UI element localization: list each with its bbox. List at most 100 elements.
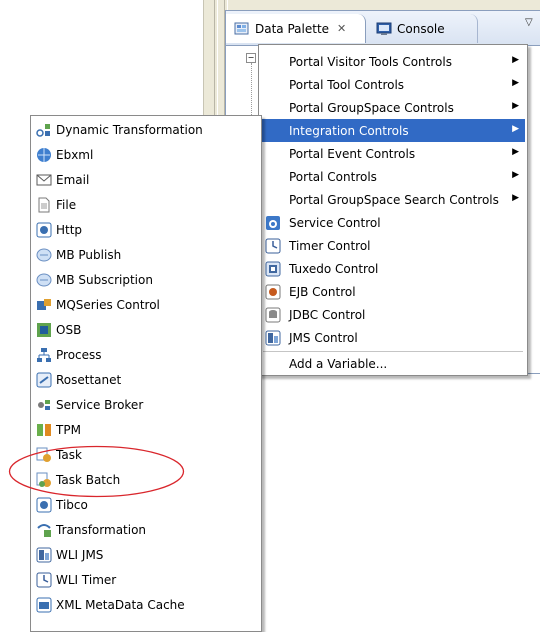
menu-item-wli-jms[interactable]: WLI JMS — [33, 543, 259, 567]
highlight-annotation-ellipse — [8, 445, 185, 498]
menu-item-portal-tool-controls[interactable]: Portal Tool Controls ▶ — [261, 73, 525, 96]
menu-item-label: MB Publish — [56, 248, 122, 262]
menu-item-label: Dynamic Transformation — [56, 123, 203, 137]
mb-publish-icon — [36, 248, 52, 262]
service-broker-icon — [38, 400, 50, 410]
menu-item-email[interactable]: Email — [33, 168, 259, 192]
tree-collapse-icon[interactable]: − — [246, 53, 256, 63]
menu-item-label: Portal Event Controls — [289, 146, 416, 161]
menu-item-jdbc-control[interactable]: JDBC Control — [261, 303, 525, 326]
menu-item-portal-controls[interactable]: Portal Controls ▶ — [261, 165, 525, 188]
menu-item-label: TPM — [56, 423, 81, 437]
palette-context-menu: Portal Visitor Tools Controls ▶ Portal T… — [258, 44, 528, 376]
menu-item-add-variable[interactable]: Add a Variable... — [261, 352, 525, 375]
menu-item-tuxedo-control[interactable]: Tuxedo Control — [261, 257, 525, 280]
menu-item-ejb-control[interactable]: EJB Control — [261, 280, 525, 303]
menu-item-label: Portal Visitor Tools Controls — [289, 54, 452, 69]
menu-item-jms-control[interactable]: JMS Control — [261, 326, 525, 349]
wli-timer-icon — [36, 572, 52, 588]
menu-item-label: Tibco — [56, 498, 88, 512]
wli-jms-icon — [36, 547, 52, 563]
mqseries-icon — [37, 299, 51, 310]
menu-item-label: JDBC Control — [289, 307, 366, 322]
transformation-icon — [37, 524, 51, 537]
menu-item-label: Service Control — [289, 215, 381, 230]
integration-controls-submenu: Dynamic Transformation Ebxml Email File … — [30, 115, 262, 632]
menu-item-xml-metadata-cache[interactable]: XML MetaData Cache — [33, 593, 259, 617]
console-icon — [376, 22, 392, 35]
tab-label: Console — [397, 21, 445, 36]
osb-icon — [37, 323, 51, 337]
submenu-arrow-icon: ▶ — [512, 147, 519, 157]
menu-item-label: Portal Tool Controls — [289, 77, 405, 92]
menu-item-dynamic-transformation[interactable]: Dynamic Transformation — [33, 118, 259, 142]
menu-item-rosettanet[interactable]: Rosettanet — [33, 368, 259, 392]
menu-item-ebxml[interactable]: Ebxml — [33, 143, 259, 167]
data-palette-icon — [234, 22, 249, 34]
menu-item-label: Tuxedo Control — [289, 261, 379, 276]
file-icon — [38, 197, 50, 213]
menu-item-label: Add a Variable... — [289, 356, 388, 371]
submenu-arrow-icon: ▶ — [512, 193, 519, 203]
menu-item-label: Service Broker — [56, 398, 144, 412]
submenu-arrow-icon: ▶ — [512, 101, 519, 111]
menu-item-timer-control[interactable]: Timer Control — [261, 234, 525, 257]
menu-item-label: File — [56, 198, 77, 212]
menu-item-label: Email — [56, 173, 90, 187]
menu-item-label: EJB Control — [289, 284, 356, 299]
email-icon — [36, 174, 52, 186]
annotation-ellipse — [8, 445, 185, 498]
menu-item-tpm[interactable]: TPM — [33, 418, 259, 442]
tibco-icon — [36, 497, 52, 513]
http-icon — [36, 222, 52, 238]
menu-item-label: Timer Control — [289, 238, 371, 253]
menu-item-integration-controls[interactable]: Integration Controls ▶ — [261, 119, 525, 142]
tab-data-palette[interactable]: Data Palette ✕ — [226, 14, 366, 43]
jms-control-icon — [265, 330, 281, 346]
menu-item-service-broker[interactable]: Service Broker — [33, 393, 259, 417]
menu-item-portal-groupspace-search-controls[interactable]: Portal GroupSpace Search Controls ▶ — [261, 188, 525, 211]
menu-item-transformation[interactable]: Transformation — [33, 518, 259, 542]
menu-item-label: JMS Control — [289, 330, 358, 345]
jdbc-control-icon — [265, 307, 281, 323]
menu-item-label: Http — [56, 223, 83, 237]
submenu-arrow-icon: ▶ — [512, 55, 519, 65]
xml-metadata-cache-icon — [36, 597, 52, 613]
menu-item-mb-publish[interactable]: MB Publish — [33, 243, 259, 267]
menu-item-label: Integration Controls — [289, 123, 409, 138]
tab-label: Data Palette — [255, 21, 330, 36]
process-icon — [37, 348, 51, 362]
menu-item-mqseries-control[interactable]: MQSeries Control — [33, 293, 259, 317]
menu-item-file[interactable]: File — [33, 193, 259, 217]
ejb-control-icon — [265, 284, 281, 300]
close-icon[interactable]: ✕ — [337, 22, 346, 35]
menu-item-label: Transformation — [56, 523, 147, 537]
menu-item-wli-timer[interactable]: WLI Timer — [33, 568, 259, 592]
menu-item-mb-subscription[interactable]: MB Subscription — [33, 268, 259, 292]
menu-item-portal-groupspace-controls[interactable]: Portal GroupSpace Controls ▶ — [261, 96, 525, 119]
menu-item-http[interactable]: Http — [33, 218, 259, 242]
menu-item-label: Rosettanet — [56, 373, 122, 387]
menu-item-label: Portal Controls — [289, 169, 377, 184]
menu-item-label: WLI JMS — [56, 548, 104, 562]
menu-item-portal-visitor-tools-controls[interactable]: Portal Visitor Tools Controls ▶ — [261, 50, 525, 73]
view-menu-icon[interactable]: ▽ — [525, 17, 533, 28]
tab-console[interactable]: Console — [368, 14, 478, 43]
view-tab-bar: Data Palette ✕ Console ▽ — [225, 10, 540, 46]
timer-control-icon — [265, 238, 281, 254]
rosettanet-icon — [36, 372, 52, 388]
menu-item-label: Portal GroupSpace Search Controls — [289, 192, 499, 207]
dynamic-transformation-icon — [36, 124, 50, 137]
menu-item-label: MB Subscription — [56, 273, 153, 287]
submenu-arrow-icon: ▶ — [512, 78, 519, 88]
service-control-icon — [266, 216, 280, 230]
menu-item-portal-event-controls[interactable]: Portal Event Controls ▶ — [261, 142, 525, 165]
tuxedo-control-icon — [265, 261, 281, 277]
menu-item-process[interactable]: Process — [33, 343, 259, 367]
menu-item-label: MQSeries Control — [56, 298, 160, 312]
menu-item-label: OSB — [56, 323, 82, 337]
menu-item-label: Process — [56, 348, 102, 362]
menu-item-service-control[interactable]: Service Control — [261, 211, 525, 234]
menu-item-osb[interactable]: OSB — [33, 318, 259, 342]
tpm-icon — [37, 424, 51, 436]
